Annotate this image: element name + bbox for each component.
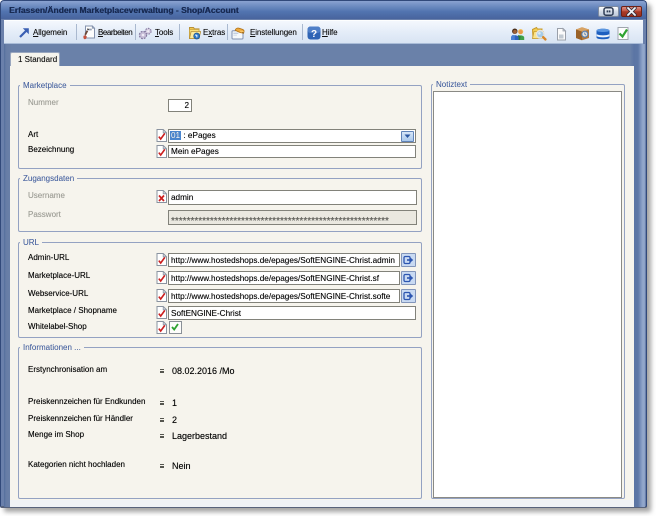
svg-text:?: ? (311, 29, 317, 40)
